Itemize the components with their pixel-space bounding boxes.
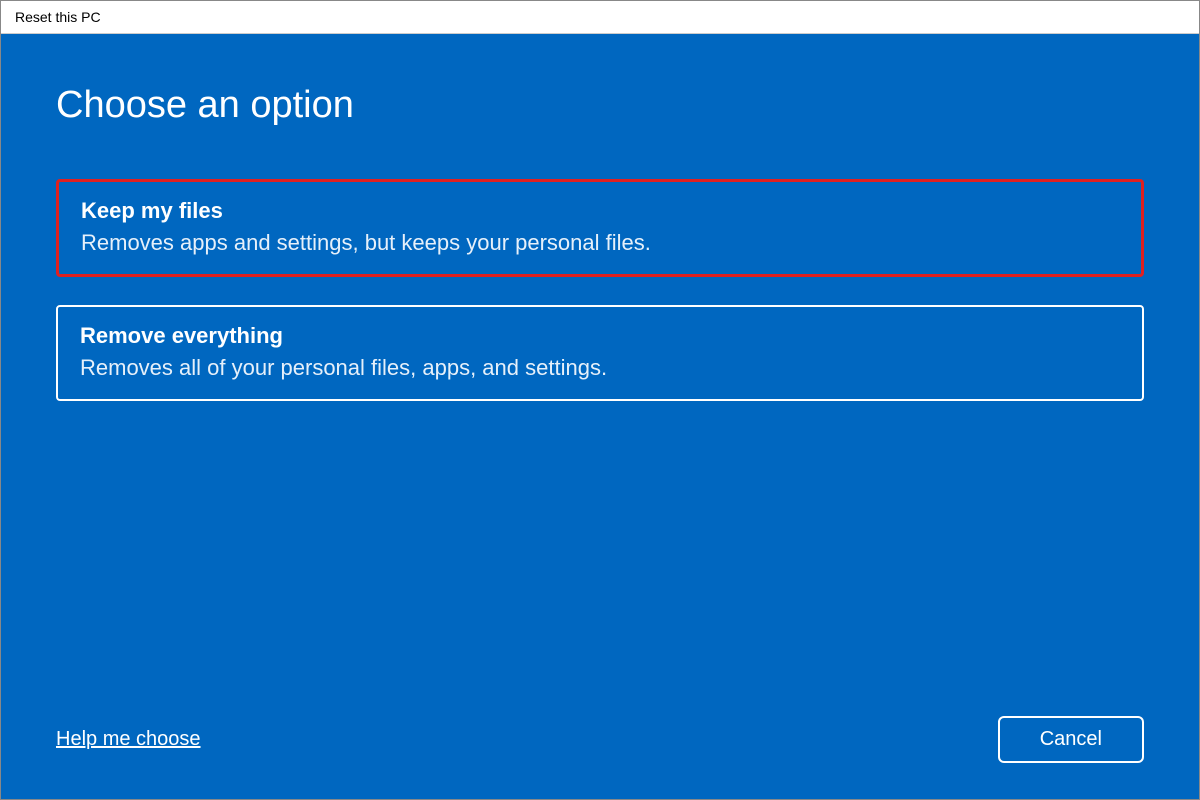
cancel-button[interactable]: Cancel — [998, 716, 1144, 763]
help-me-choose-link[interactable]: Help me choose — [56, 728, 201, 751]
window-title: Reset this PC — [15, 9, 101, 25]
option-title: Remove everything — [80, 323, 1120, 349]
window-titlebar: Reset this PC — [1, 1, 1199, 34]
reset-pc-dialog: Reset this PC Choose an option Keep my f… — [0, 0, 1200, 800]
dialog-content: Choose an option Keep my files Removes a… — [1, 34, 1199, 799]
option-title: Keep my files — [81, 198, 1119, 224]
page-heading: Choose an option — [56, 84, 1144, 127]
option-remove-everything[interactable]: Remove everything Removes all of your pe… — [56, 305, 1144, 401]
option-description: Removes apps and settings, but keeps you… — [81, 230, 1119, 256]
option-description: Removes all of your personal files, apps… — [80, 355, 1120, 381]
option-keep-my-files[interactable]: Keep my files Removes apps and settings,… — [56, 179, 1144, 277]
dialog-footer: Help me choose Cancel — [56, 716, 1144, 763]
